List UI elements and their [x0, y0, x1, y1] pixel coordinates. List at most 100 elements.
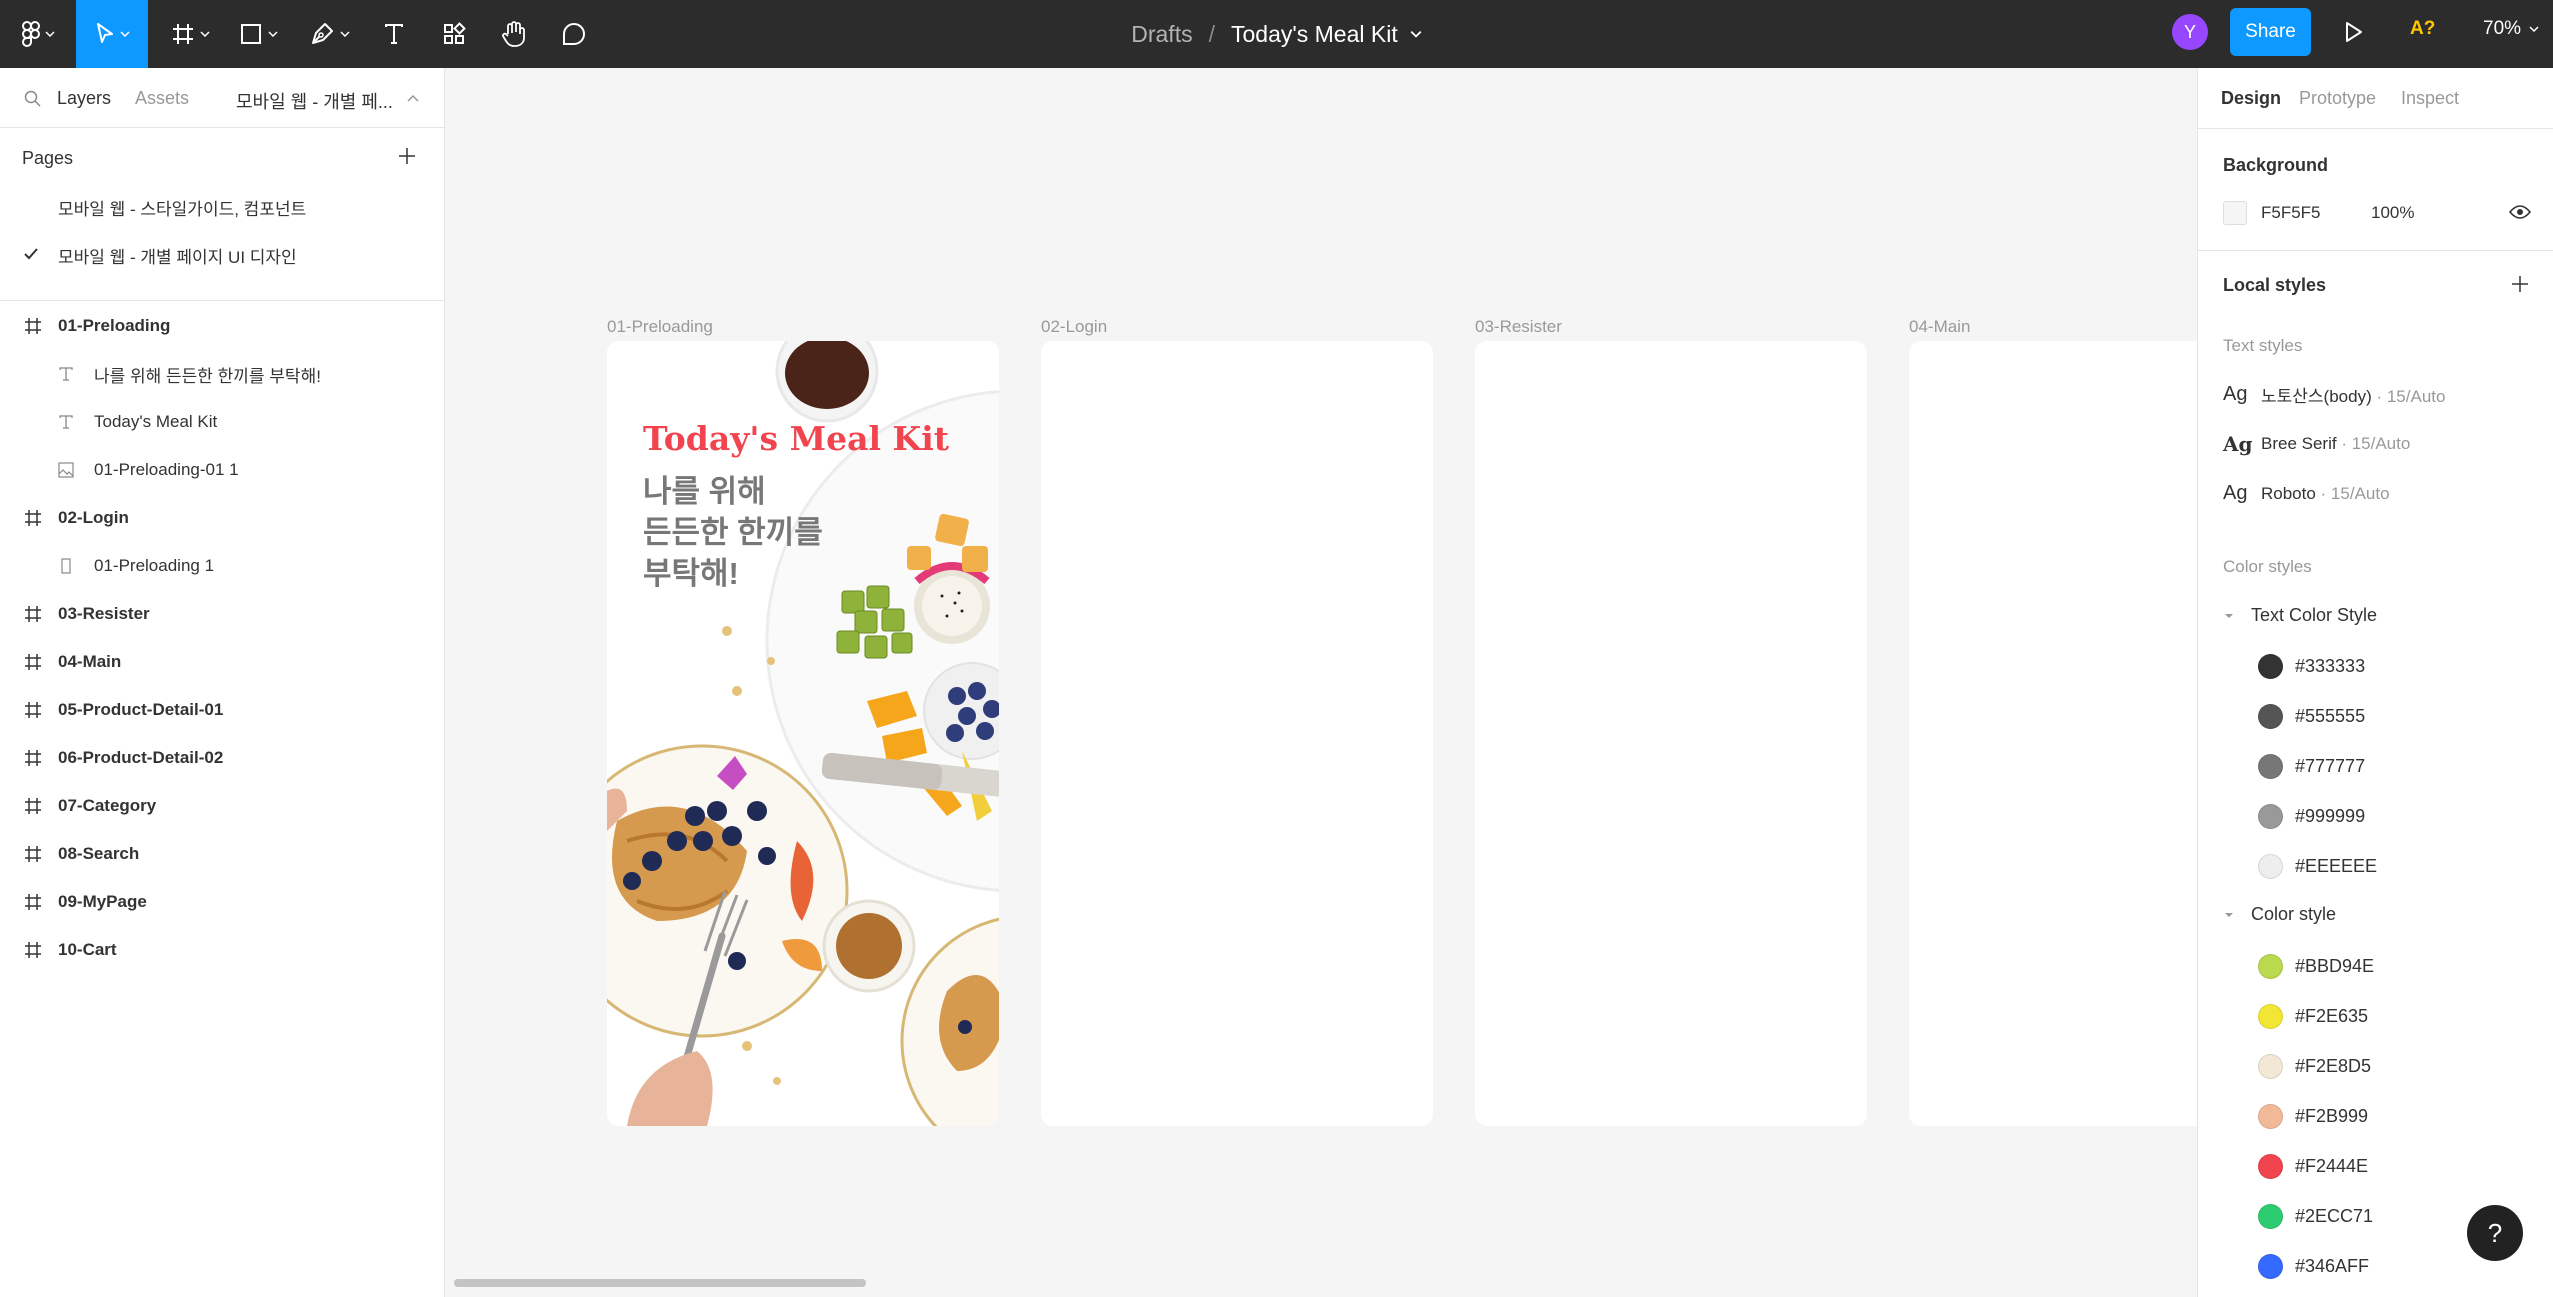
color-style-item[interactable]: #555555	[2258, 704, 2365, 729]
zoom-menu[interactable]: 70%	[2483, 18, 2539, 40]
color-style-label: #EEEEEE	[2295, 856, 2378, 876]
frame-icon	[24, 749, 42, 767]
layer-frame[interactable]: 09-MyPage	[0, 882, 445, 922]
color-swatch	[2258, 1154, 2283, 1179]
color-swatch	[2258, 754, 2283, 779]
chevron-down-icon[interactable]	[1410, 30, 1422, 38]
divider	[2198, 250, 2553, 251]
background-row[interactable]: F5F5F5 100%	[2223, 198, 2543, 228]
layer-text[interactable]: Today's Meal Kit	[0, 402, 445, 442]
rectangle-icon	[240, 24, 261, 44]
frame-icon	[24, 701, 42, 719]
login-frame[interactable]	[1041, 341, 1433, 1126]
color-style-item[interactable]: #346AFF	[2258, 1254, 2369, 1279]
missing-fonts-button[interactable]: A?	[2410, 18, 2435, 40]
chevron-down-icon	[2225, 613, 2233, 618]
tab-prototype[interactable]: Prototype	[2299, 88, 2376, 109]
frame-label[interactable]: 03-Resister	[1475, 317, 1562, 337]
meal-kit-title[interactable]: Today's Meal Kit	[643, 419, 949, 458]
color-style-item[interactable]: #999999	[2258, 804, 2365, 829]
layer-frame[interactable]: 04-Main	[0, 642, 445, 682]
color-style-label: #333333	[2295, 656, 2366, 676]
frame-label[interactable]: 01-Preloading	[607, 317, 713, 337]
color-style-item[interactable]: #EEEEEE	[2258, 854, 2377, 879]
background-opacity[interactable]: 100%	[2371, 203, 2414, 223]
color-style-item[interactable]: #777777	[2258, 754, 2365, 779]
layer-frame[interactable]: 02-Login	[0, 498, 445, 538]
color-style-item[interactable]: #BBD94E	[2258, 954, 2374, 979]
text-tool-button[interactable]	[374, 0, 414, 68]
color-group-main[interactable]: Color style	[2223, 904, 2336, 925]
frame-icon	[172, 24, 193, 44]
register-frame[interactable]	[1475, 341, 1867, 1126]
layer-image[interactable]: 01-Preloading-01 1	[0, 450, 445, 490]
layer-frame[interactable]: 07-Category	[0, 786, 445, 826]
move-tool-button[interactable]	[76, 0, 148, 68]
color-style-item[interactable]: #F2E635	[2258, 1004, 2368, 1029]
layer-text[interactable]: 나를 위해 든든한 한끼를 부탁해!	[0, 354, 445, 394]
share-button[interactable]: Share	[2230, 8, 2311, 56]
color-style-item[interactable]: #F2B999	[2258, 1104, 2368, 1129]
layer-frame[interactable]: 06-Product-Detail-02	[0, 738, 445, 778]
color-style-item[interactable]: #F2444E	[2258, 1154, 2368, 1179]
toolbar: Drafts / Today's Meal Kit Y Share A? 70%	[0, 0, 2553, 68]
add-style-icon[interactable]	[2511, 275, 2529, 293]
main-menu-button[interactable]	[14, 0, 62, 68]
tab-assets[interactable]: Assets	[135, 88, 189, 109]
frame-tool-button[interactable]	[164, 0, 216, 68]
page-item-styleguide[interactable]: 모바일 웹 - 스타일가이드, 컴포넌트	[58, 195, 306, 220]
layer-rectangle[interactable]: 01-Preloading 1	[0, 546, 445, 586]
frame-label[interactable]: 02-Login	[1041, 317, 1107, 337]
tab-inspect[interactable]: Inspect	[2401, 88, 2459, 109]
text-style-name: 노토산스(body)	[2261, 387, 2372, 406]
frame-icon	[24, 845, 42, 863]
background-hex[interactable]: F5F5F5	[2261, 203, 2371, 223]
color-style-label: #F2B999	[2295, 1106, 2369, 1126]
hand-tool-button[interactable]	[494, 0, 534, 68]
color-group-text[interactable]: Text Color Style	[2223, 605, 2377, 626]
meal-kit-subtitle[interactable]: 나를 위해 든든한 한끼를 부탁해!	[643, 471, 863, 594]
text-icon	[58, 366, 74, 382]
add-page-icon[interactable]	[398, 147, 416, 165]
text-style-item[interactable]: Ag Roboto · 15/Auto	[2223, 482, 2390, 505]
color-style-label: #F2444E	[2295, 1156, 2369, 1176]
color-style-item[interactable]: #333333	[2258, 654, 2365, 679]
properties-panel: Design Prototype Inspect Background F5F5…	[2197, 68, 2553, 1297]
page-item-ui-design[interactable]: 모바일 웹 - 개별 페이지 UI 디자인	[58, 243, 297, 268]
preloading-frame[interactable]: Today's Meal Kit 나를 위해 든든한 한끼를 부탁해!	[607, 341, 999, 1126]
file-name[interactable]: Today's Meal Kit	[1231, 21, 1398, 48]
comment-tool-button[interactable]	[554, 0, 594, 68]
eye-icon[interactable]	[2509, 204, 2531, 220]
checkmark-icon	[24, 248, 38, 260]
layer-name: 03-Resister	[58, 604, 150, 623]
main-frame[interactable]	[1909, 341, 2197, 1126]
resources-button[interactable]	[434, 0, 474, 68]
layer-frame[interactable]: 03-Resister	[0, 594, 445, 634]
text-style-item[interactable]: Ag 노토산스(body) · 15/Auto	[2223, 382, 2445, 407]
color-style-item[interactable]: #2ECC71	[2258, 1204, 2373, 1229]
layer-frame[interactable]: 08-Search	[0, 834, 445, 874]
tab-layers[interactable]: Layers	[57, 88, 111, 109]
canvas[interactable]: 01-Preloading 02-Login 03-Resister 04-Ma…	[446, 68, 2197, 1297]
drafts-link[interactable]: Drafts	[1131, 21, 1192, 48]
search-icon[interactable]	[24, 90, 41, 107]
user-avatar[interactable]: Y	[2172, 14, 2208, 50]
text-style-item[interactable]: Ag Bree Serif · 15/Auto	[2223, 432, 2410, 456]
chevron-up-icon[interactable]	[407, 94, 419, 102]
frame-label[interactable]: 04-Main	[1909, 317, 1970, 337]
help-button[interactable]: ?	[2467, 1205, 2523, 1261]
layer-frame[interactable]: 05-Product-Detail-01	[0, 690, 445, 730]
chevron-down-icon	[2225, 912, 2233, 917]
pages-header: Pages	[22, 148, 74, 168]
horizontal-scrollbar[interactable]	[454, 1279, 866, 1287]
layer-frame[interactable]: 01-Preloading	[0, 306, 445, 346]
shape-tool-button[interactable]	[232, 0, 284, 68]
layer-name: 04-Main	[58, 652, 122, 671]
background-swatch[interactable]	[2223, 201, 2247, 225]
layer-frame[interactable]: 10-Cart	[0, 930, 445, 970]
color-style-item[interactable]: #F2E8D5	[2258, 1054, 2371, 1079]
present-play-icon[interactable]	[2342, 20, 2364, 44]
pen-tool-button[interactable]	[300, 0, 358, 68]
page-select[interactable]: 모바일 웹 - 개별 페...	[236, 88, 393, 114]
tab-design[interactable]: Design	[2221, 88, 2281, 109]
